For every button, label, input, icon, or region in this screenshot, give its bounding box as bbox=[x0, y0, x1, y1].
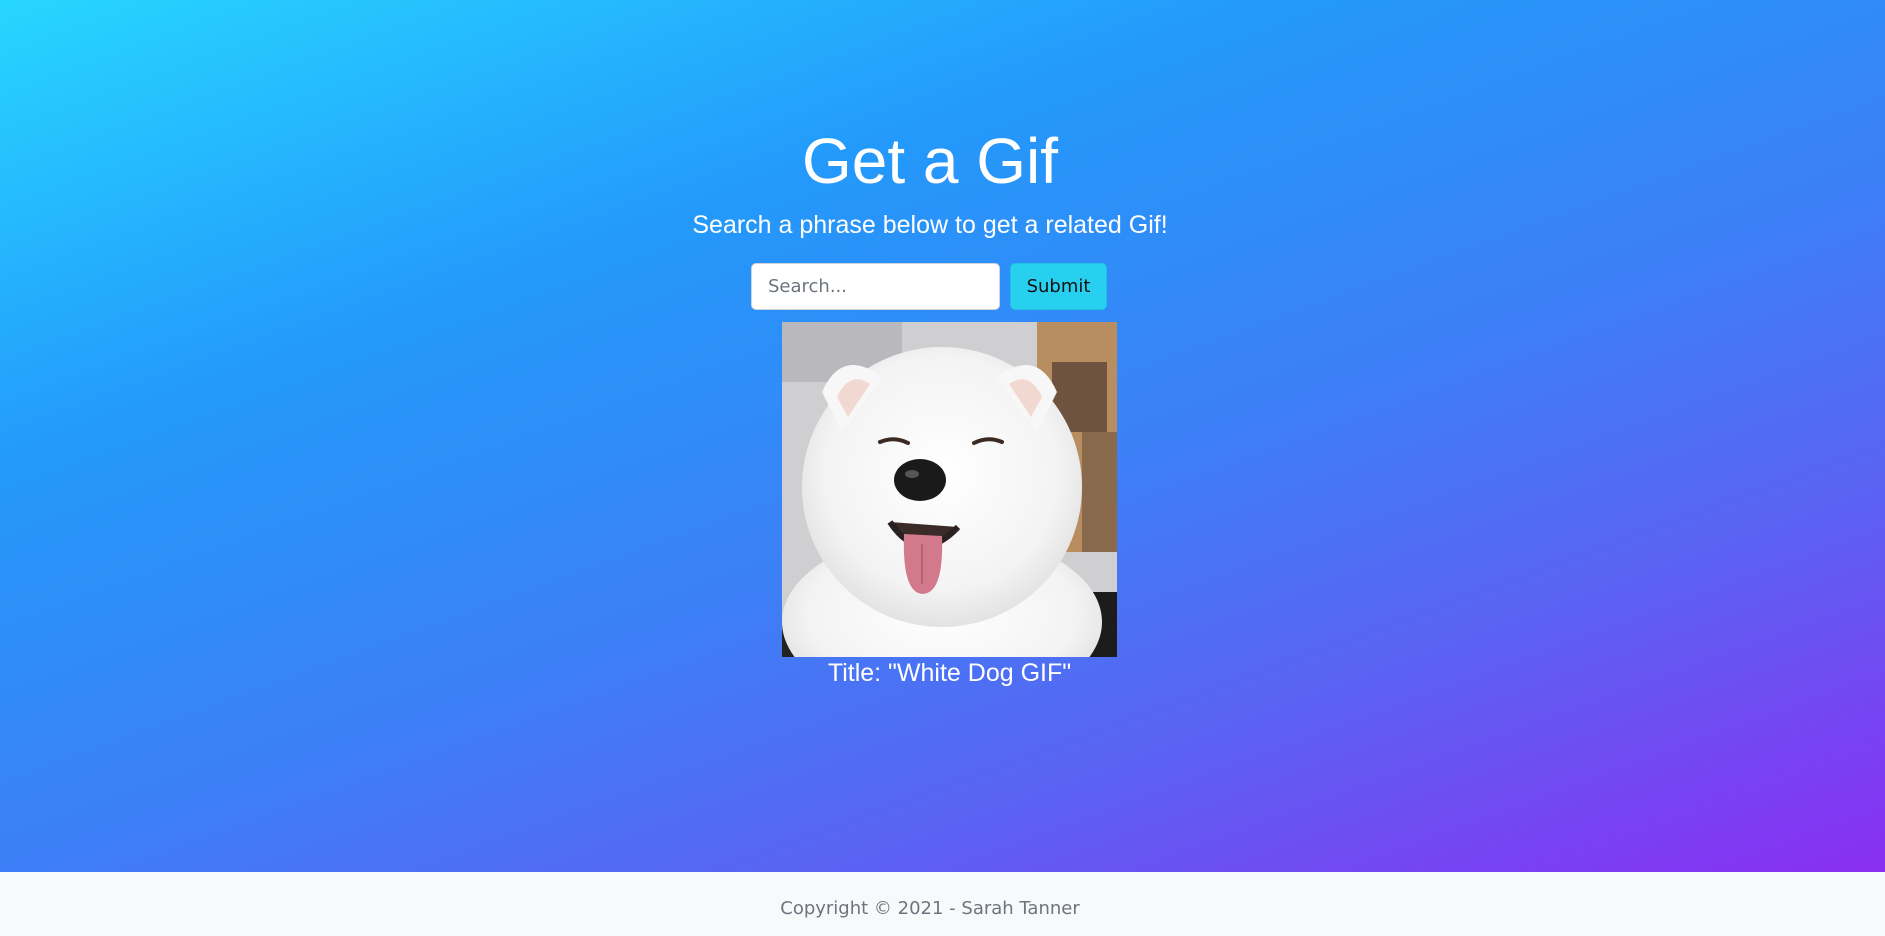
search-form: Submit bbox=[751, 262, 1107, 310]
page-subtitle: Search a phrase below to get a related G… bbox=[692, 211, 1168, 239]
submit-button[interactable]: Submit bbox=[1010, 262, 1107, 310]
copyright-text: Copyright © 2021 - Sarah Tanner bbox=[780, 898, 1080, 919]
gif-title: Title: "White Dog GIF" bbox=[827, 659, 1072, 687]
gif-image bbox=[782, 322, 1117, 657]
search-input[interactable] bbox=[751, 262, 1000, 310]
white-dog-photo-icon bbox=[782, 322, 1117, 657]
page-title: Get a Gif bbox=[801, 125, 1059, 197]
